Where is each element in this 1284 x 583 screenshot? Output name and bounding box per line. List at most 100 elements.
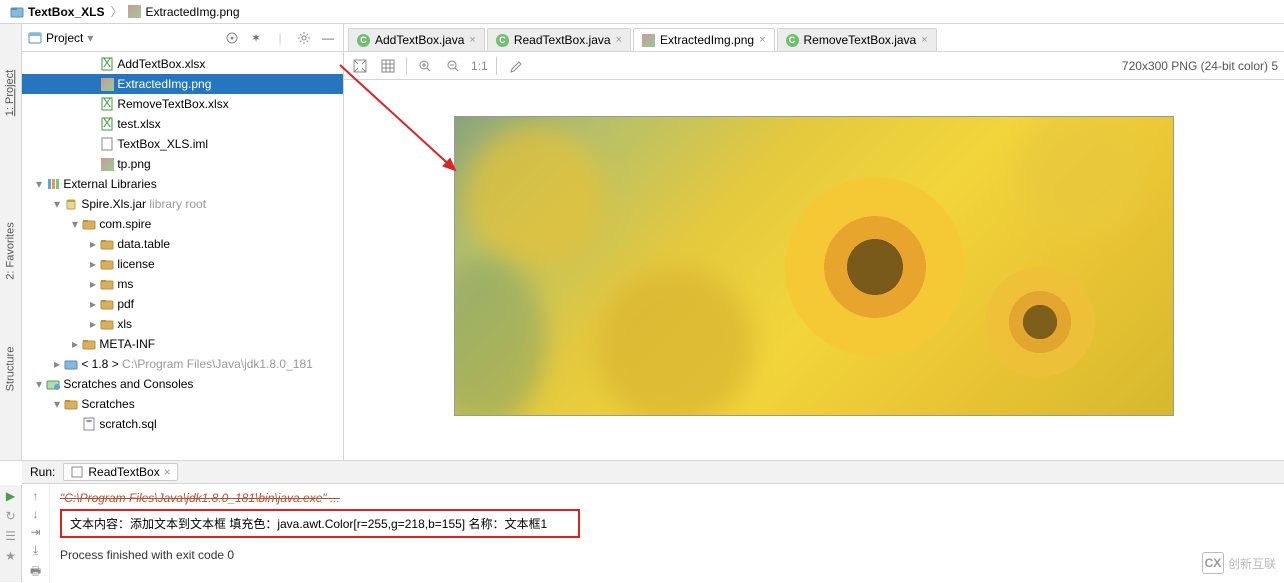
hide-icon[interactable]: — [319, 29, 337, 47]
grid-icon[interactable] [378, 56, 398, 76]
settings-gear-icon[interactable] [295, 29, 313, 47]
scroll-end-icon[interactable]: ⤓ [33, 543, 38, 558]
tree-row[interactable]: ▾ Spire.Xls.jar library root [22, 194, 343, 214]
close-icon[interactable]: × [921, 34, 927, 46]
file-icon [64, 357, 78, 371]
down-stack-icon[interactable]: ↓ [33, 507, 39, 521]
tree-row[interactable]: ▸ license [22, 254, 343, 274]
file-icon [82, 337, 96, 351]
svg-text:X: X [103, 57, 111, 70]
svg-text:X: X [103, 97, 111, 110]
editor-tab[interactable]: CAddTextBox.java× [348, 28, 485, 51]
tree-label: Scratches and Consoles [60, 377, 193, 391]
close-icon[interactable]: × [759, 34, 765, 46]
tree-row[interactable]: ▾ Scratches and Consoles [22, 374, 343, 394]
tree-label: scratch.sql [96, 417, 157, 431]
star-icon[interactable]: ★ [5, 549, 16, 563]
console-output[interactable]: "C:\Program Files\Java\jdk1.8.0_181\bin\… [50, 485, 1284, 582]
java-class-icon: C [496, 34, 509, 47]
more-icon[interactable]: ☰ [5, 529, 16, 543]
tab-label: ReadTextBox.java [514, 33, 611, 47]
tree-row[interactable]: TextBox_XLS.iml [22, 134, 343, 154]
dropdown-arrow-icon: ▾ [87, 31, 93, 45]
editor-tab[interactable]: CRemoveTextBox.java× [777, 28, 937, 51]
folder-icon [10, 5, 24, 19]
rail-favorites-tab[interactable]: 2: Favorites [2, 215, 20, 286]
tree-row[interactable]: ▸ pdf [22, 294, 343, 314]
rail-project-tab[interactable]: 1: Project [2, 63, 20, 123]
locate-icon[interactable] [223, 29, 241, 47]
divider-icon: | [271, 29, 289, 47]
tree-row[interactable]: ▸ data.table [22, 234, 343, 254]
color-picker-icon[interactable] [505, 56, 525, 76]
console-exit-line: Process finished with exit code 0 [60, 548, 1274, 562]
tree-label: Scratches [78, 397, 135, 411]
tree-row[interactable]: ▸ META-INF [22, 334, 343, 354]
tree-row[interactable]: ExtractedImg.png [22, 74, 343, 94]
tree-row[interactable]: ▸ xls [22, 314, 343, 334]
file-icon [100, 297, 114, 311]
close-icon[interactable]: × [469, 34, 475, 46]
run-config-label: ReadTextBox [88, 465, 159, 479]
file-icon: X [100, 97, 114, 111]
rail-structure-tab[interactable]: Structure [2, 340, 20, 399]
file-icon [100, 237, 114, 251]
run-label: Run: [30, 465, 55, 479]
tree-arrow-icon: ▸ [86, 317, 100, 331]
print-icon[interactable]: 🖶 [30, 562, 41, 583]
tree-arrow-icon: ▸ [86, 277, 100, 291]
tree-label: license [114, 257, 155, 271]
java-class-icon: C [357, 34, 370, 47]
fit-zoom-icon[interactable] [350, 56, 370, 76]
tree-row[interactable]: ▸ ms [22, 274, 343, 294]
tree-row[interactable]: ▾ com.spire [22, 214, 343, 234]
tree-label: AddTextBox.xlsx [114, 57, 205, 71]
image-viewer[interactable] [344, 80, 1284, 460]
project-sidebar: Project ▾ ✶ | — X AddTextBox.xlsx Extrac… [22, 24, 344, 460]
left-tool-rail: 1: Project 2: Favorites Structure [0, 24, 22, 460]
zoom-ratio-label: 1:1 [471, 59, 488, 73]
zoom-in-icon[interactable] [415, 56, 435, 76]
editor-area: CAddTextBox.java×CReadTextBox.java×Extra… [344, 24, 1284, 460]
tree-row[interactable]: tp.png [22, 154, 343, 174]
breadcrumb-bar: TextBox_XLS 〉 ExtractedImg.png [0, 0, 1284, 24]
up-stack-icon[interactable]: ↑ [33, 489, 39, 503]
tree-row[interactable]: ▾ Scratches [22, 394, 343, 414]
watermark-icon: CX [1202, 552, 1224, 574]
zoom-out-icon[interactable] [443, 56, 463, 76]
expand-all-icon[interactable]: ✶ [247, 29, 265, 47]
breadcrumb-file[interactable]: ExtractedImg.png [124, 5, 243, 19]
java-class-icon: C [786, 34, 799, 47]
console-command-line: "C:\Program Files\Java\jdk1.8.0_181\bin\… [60, 491, 1274, 505]
extracted-image [454, 116, 1174, 416]
tree-row[interactable]: ▾ External Libraries [22, 174, 343, 194]
editor-tab[interactable]: ExtractedImg.png× [633, 28, 775, 51]
tree-arrow-icon: ▸ [86, 297, 100, 311]
tree-row[interactable]: X RemoveTextBox.xlsx [22, 94, 343, 114]
tree-label: com.spire [96, 217, 151, 231]
tree-label: META-INF [96, 337, 155, 351]
run-config-tab[interactable]: ReadTextBox × [63, 463, 177, 481]
file-icon [100, 137, 114, 151]
tree-row[interactable]: scratch.sql [22, 414, 343, 434]
project-tree[interactable]: X AddTextBox.xlsx ExtractedImg.pngX Remo… [22, 52, 343, 460]
close-icon[interactable]: × [164, 465, 171, 479]
tree-row[interactable]: X AddTextBox.xlsx [22, 54, 343, 74]
project-view-selector[interactable]: Project ▾ [28, 31, 93, 45]
svg-text:X: X [103, 117, 111, 130]
stop-icon[interactable]: ↻ [5, 509, 15, 523]
tree-row[interactable]: ▸ < 1.8 > C:\Program Files\Java\jdk1.8.0… [22, 354, 343, 374]
watermark-label: 创新互联 [1228, 555, 1276, 572]
tree-label: xls [114, 317, 132, 331]
editor-tab[interactable]: C ReadTextBox.java × [487, 28, 631, 51]
breadcrumb-root[interactable]: TextBox_XLS [6, 5, 108, 19]
tree-row[interactable]: X test.xlsx [22, 114, 343, 134]
close-icon[interactable]: × [616, 34, 622, 46]
rerun-icon[interactable]: ▶ [6, 489, 15, 503]
tree-label: tp.png [114, 157, 151, 171]
file-icon [46, 177, 60, 191]
tree-arrow-icon: ▾ [50, 397, 64, 411]
breadcrumb-root-label: TextBox_XLS [28, 5, 104, 19]
soft-wrap-icon[interactable]: ⇥ [30, 525, 40, 539]
editor-tabs: CAddTextBox.java×CReadTextBox.java×Extra… [344, 24, 1284, 52]
